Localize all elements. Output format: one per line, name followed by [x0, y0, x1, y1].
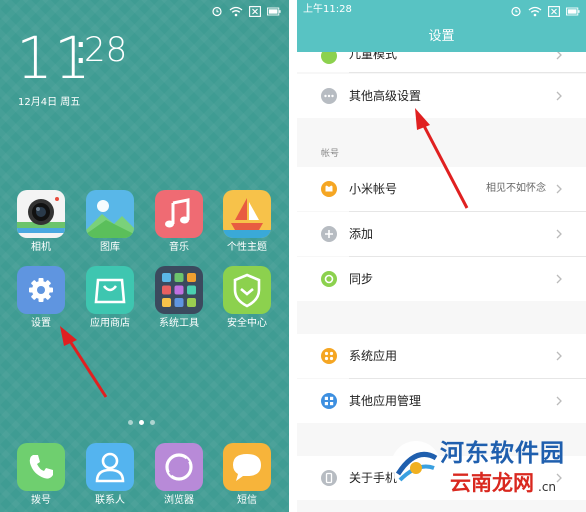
alarm-icon [509, 5, 523, 17]
app-label: 设置 [31, 318, 51, 329]
date-label: 12月4日 周五 [18, 97, 81, 108]
battery-icon [267, 5, 281, 17]
chevron-right-icon [556, 229, 562, 239]
settings-gear-icon [17, 266, 65, 314]
camera-icon [17, 190, 65, 238]
page-dot-active[interactable] [139, 420, 144, 425]
settings-item-label: 同步 [349, 272, 374, 286]
dock-sms[interactable]: 短信 [217, 443, 277, 507]
phone-icon [17, 443, 65, 491]
settings-screen: 上午11:28 设置 儿童模式 [297, 0, 586, 512]
chevron-right-icon [556, 91, 562, 101]
system-apps-icon [321, 348, 337, 364]
app-label: 浏览器 [164, 495, 194, 506]
settings-item-label: 小米帐号 [349, 182, 398, 196]
settings-item-label: 系统应用 [349, 349, 398, 363]
contacts-icon [86, 443, 134, 491]
system-tools-folder-icon [155, 266, 203, 314]
settings-item-advanced[interactable]: 其他高级设置 [297, 74, 586, 118]
page-title: 设置 [428, 29, 455, 44]
sim-none-icon [248, 5, 262, 17]
app-store-bag-icon [86, 266, 134, 314]
app-label: 音乐 [169, 242, 189, 253]
watermark-text-domain: .cn [538, 480, 557, 494]
settings-item-mi-account[interactable]: 小米帐号 相见不如怀念 [297, 167, 586, 211]
app-manage-icon [321, 393, 337, 409]
browser-icon [155, 443, 203, 491]
dock-browser[interactable]: 浏览器 [149, 443, 209, 507]
battery-icon [566, 5, 580, 17]
app-gallery[interactable]: 图库 [80, 190, 140, 254]
chevron-right-icon [556, 184, 562, 194]
app-store[interactable]: 应用商店 [80, 266, 140, 330]
app-label: 短信 [237, 495, 257, 506]
app-label: 图库 [100, 242, 120, 253]
status-bar-icons [210, 4, 281, 18]
gallery-icon [86, 190, 134, 238]
page-dot[interactable] [128, 420, 133, 425]
section-header-account: 帐号 [321, 149, 340, 159]
watermark-text-main: 河东软件园 [440, 439, 565, 467]
settings-item-app-manager[interactable]: 其他应用管理 [297, 379, 586, 423]
app-security-center[interactable]: 安全中心 [217, 266, 277, 330]
clock-minute: 28 [84, 30, 128, 70]
security-shield-icon [223, 266, 271, 314]
screenshot-composite: 11 : 28 12月4日 周五 相机 图库 音乐 个性主题 设置 应用商店 系… [0, 0, 586, 512]
app-system-tools[interactable]: 系统工具 [149, 266, 209, 330]
alarm-icon [210, 5, 224, 17]
chevron-right-icon [556, 274, 562, 284]
app-music[interactable]: 音乐 [149, 190, 209, 254]
watermark-text-sub: 云南龙网 [450, 471, 534, 495]
add-icon [321, 226, 337, 242]
settings-item-label: 添加 [349, 227, 374, 241]
divider [349, 72, 586, 73]
dock-phone[interactable]: 拨号 [11, 443, 71, 507]
app-label: 拨号 [31, 495, 51, 506]
app-label: 安全中心 [227, 318, 267, 329]
app-settings[interactable]: 设置 [11, 266, 71, 330]
app-label: 相机 [31, 242, 51, 253]
chevron-right-icon [556, 396, 562, 406]
settings-item-label: 其他应用管理 [349, 394, 422, 408]
home-screen: 11 : 28 12月4日 周五 相机 图库 音乐 个性主题 设置 应用商店 系… [0, 0, 289, 512]
app-label: 应用商店 [90, 318, 130, 329]
sim-none-icon [547, 5, 561, 17]
app-themes[interactable]: 个性主题 [217, 190, 277, 254]
wifi-icon [528, 5, 542, 17]
settings-item-sync[interactable]: 同步 [297, 257, 586, 301]
status-time: 上午11:28 [303, 4, 352, 15]
watermark-logo [391, 441, 441, 491]
about-phone-icon [321, 470, 337, 486]
settings-item-add-account[interactable]: 添加 [297, 212, 586, 256]
music-icon [155, 190, 203, 238]
settings-item-system-apps[interactable]: 系统应用 [297, 334, 586, 378]
settings-item-value: 相见不如怀念 [486, 183, 546, 194]
app-label: 系统工具 [159, 318, 199, 329]
status-bar-icons [509, 4, 580, 18]
theme-icon [223, 190, 271, 238]
app-label: 个性主题 [227, 242, 267, 253]
settings-item-label: 其他高级设置 [349, 89, 422, 103]
more-dots-icon [321, 88, 337, 104]
wifi-icon [229, 5, 243, 17]
app-label: 联系人 [95, 495, 125, 506]
page-indicator [128, 420, 155, 425]
chevron-right-icon [556, 351, 562, 361]
app-camera[interactable]: 相机 [11, 190, 71, 254]
sms-icon [223, 443, 271, 491]
sync-icon [321, 271, 337, 287]
settings-header-overlay: 上午11:28 设置 [297, 0, 586, 52]
mi-account-icon [321, 181, 337, 197]
dock-contacts[interactable]: 联系人 [80, 443, 140, 507]
page-dot[interactable] [150, 420, 155, 425]
